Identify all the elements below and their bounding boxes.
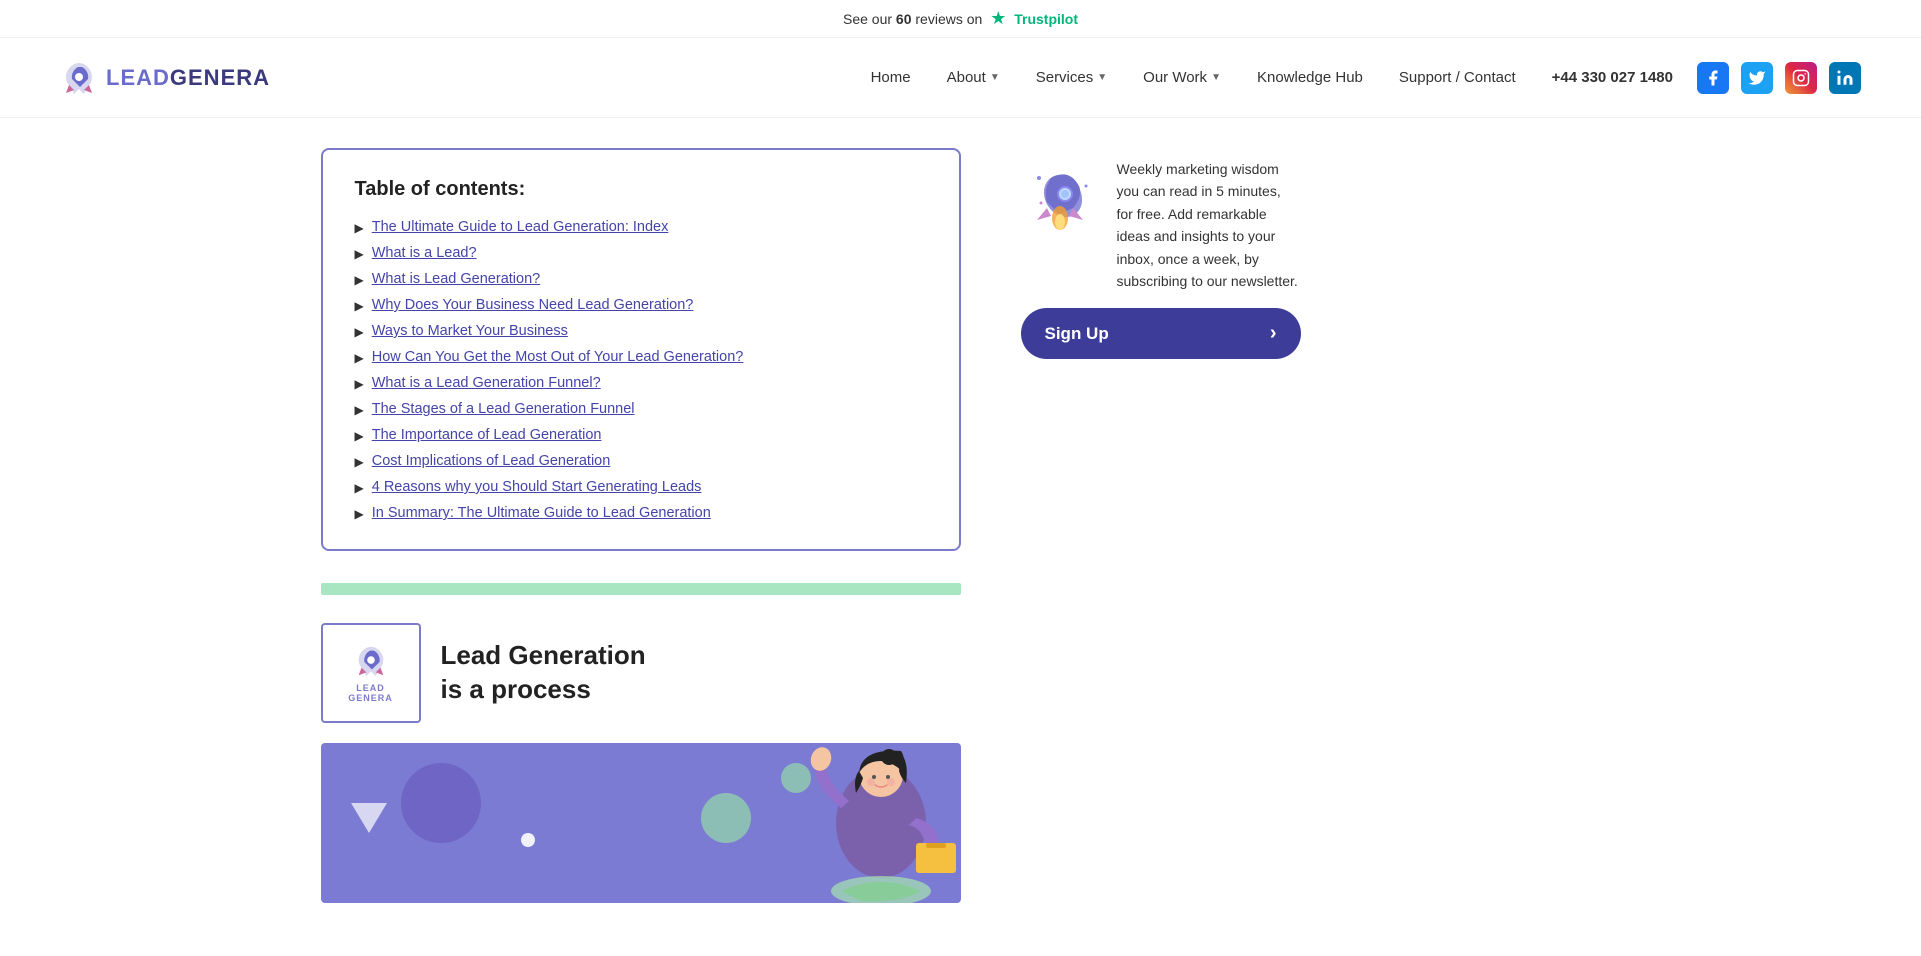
phone-number: +44 330 027 1480 <box>1552 69 1673 86</box>
toc-list: ▶ The Ultimate Guide to Lead Generation:… <box>355 219 927 521</box>
toc-bullet-5: ▶ <box>355 325 364 339</box>
trustpilot-bar: See our 60 reviews on ★ Trustpilot <box>0 0 1921 38</box>
toc-bullet-9: ▶ <box>355 429 364 443</box>
list-item: ▶ How Can You Get the Most Out of Your L… <box>355 349 927 365</box>
toc-bullet-7: ▶ <box>355 377 364 391</box>
toc-link-10[interactable]: Cost Implications of Lead Generation <box>372 453 611 469</box>
illus-dot <box>521 833 535 847</box>
newsletter-rocket-icon <box>1021 158 1101 238</box>
toc-link-7[interactable]: What is a Lead Generation Funnel? <box>372 375 601 391</box>
header: LEADGENERA Home About ▼ Services ▼ Our W… <box>0 38 1921 118</box>
linkedin-icon[interactable] <box>1829 62 1861 94</box>
list-item: ▶ What is Lead Generation? <box>355 271 927 287</box>
logo-rocket-icon <box>60 59 98 97</box>
logo-link[interactable]: LEADGENERA <box>60 59 270 97</box>
newsletter-box: Weekly marketing wisdom you can read in … <box>1021 158 1301 359</box>
illustration-box <box>321 743 961 903</box>
toc-link-9[interactable]: The Importance of Lead Generation <box>372 427 602 443</box>
toc-bullet-2: ▶ <box>355 247 364 261</box>
facebook-icon[interactable] <box>1697 62 1729 94</box>
list-item: ▶ Why Does Your Business Need Lead Gener… <box>355 297 927 313</box>
signup-button[interactable]: Sign Up › <box>1021 308 1301 359</box>
list-item: ▶ 4 Reasons why you Should Start Generat… <box>355 479 927 495</box>
toc-bullet-3: ▶ <box>355 273 364 287</box>
logo-genera-text: GENERA <box>170 65 270 90</box>
toc-bullet-12: ▶ <box>355 507 364 521</box>
list-item: ▶ Ways to Market Your Business <box>355 323 927 339</box>
right-column: Weekly marketing wisdom you can read in … <box>1021 148 1301 903</box>
list-item: ▶ The Stages of a Lead Generation Funnel <box>355 401 927 417</box>
illus-circle-1 <box>401 763 481 843</box>
toc-link-6[interactable]: How Can You Get the Most Out of Your Lea… <box>372 349 744 365</box>
main-content: Table of contents: ▶ The Ultimate Guide … <box>261 118 1661 933</box>
green-divider <box>321 583 961 595</box>
list-item: ▶ What is a Lead? <box>355 245 927 261</box>
toc-bullet-8: ▶ <box>355 403 364 417</box>
about-chevron-icon: ▼ <box>990 72 1000 83</box>
toc-link-1[interactable]: The Ultimate Guide to Lead Generation: I… <box>372 219 669 235</box>
toc-title: Table of contents: <box>355 178 927 201</box>
trustpilot-brand: Trustpilot <box>1014 11 1078 27</box>
toc-bullet-6: ▶ <box>355 351 364 365</box>
illus-circle-2 <box>701 793 751 843</box>
lead-genera-card: LEADGENERA Lead Generation is a process <box>321 623 961 723</box>
trustpilot-text-before: See our <box>843 11 896 27</box>
lead-genera-rocket-icon <box>353 643 389 679</box>
signup-label: Sign Up <box>1045 324 1109 344</box>
nav-services[interactable]: Services ▼ <box>1036 69 1107 86</box>
twitter-icon[interactable] <box>1741 62 1773 94</box>
toc-link-2[interactable]: What is a Lead? <box>372 245 477 261</box>
toc-link-8[interactable]: The Stages of a Lead Generation Funnel <box>372 401 635 417</box>
list-item: ▶ The Importance of Lead Generation <box>355 427 927 443</box>
newsletter-description: Weekly marketing wisdom you can read in … <box>1117 158 1301 292</box>
toc-link-4[interactable]: Why Does Your Business Need Lead Generat… <box>372 297 694 313</box>
trustpilot-count: 60 <box>896 11 912 27</box>
toc-bullet-4: ▶ <box>355 299 364 313</box>
illus-triangle-icon <box>351 803 387 833</box>
list-item: ▶ The Ultimate Guide to Lead Generation:… <box>355 219 927 235</box>
toc-bullet-10: ▶ <box>355 455 364 469</box>
main-nav: Home About ▼ Services ▼ Our Work ▼ Knowl… <box>871 69 1516 86</box>
nav-home[interactable]: Home <box>871 69 911 86</box>
nav-our-work[interactable]: Our Work ▼ <box>1143 69 1221 86</box>
trustpilot-text-mid: reviews on <box>912 11 983 27</box>
lead-generation-title: Lead Generation is a process <box>441 639 646 707</box>
nav-knowledge-hub[interactable]: Knowledge Hub <box>1257 69 1363 86</box>
toc-bullet-1: ▶ <box>355 221 364 235</box>
services-chevron-icon: ▼ <box>1097 72 1107 83</box>
newsletter-top: Weekly marketing wisdom you can read in … <box>1021 158 1301 292</box>
list-item: ▶ In Summary: The Ultimate Guide to Lead… <box>355 505 927 521</box>
table-of-contents: Table of contents: ▶ The Ultimate Guide … <box>321 148 961 551</box>
toc-bullet-11: ▶ <box>355 481 364 495</box>
trustpilot-star-icon: ★ <box>990 8 1006 28</box>
lead-genera-logo-text: LEADGENERA <box>348 683 393 703</box>
left-column: Table of contents: ▶ The Ultimate Guide … <box>321 148 961 903</box>
logo-lead-text: LEAD <box>106 65 170 90</box>
toc-link-12[interactable]: In Summary: The Ultimate Guide to Lead G… <box>372 505 711 521</box>
social-icons <box>1697 62 1861 94</box>
instagram-icon[interactable] <box>1785 62 1817 94</box>
list-item: ▶ Cost Implications of Lead Generation <box>355 453 927 469</box>
list-item: ▶ What is a Lead Generation Funnel? <box>355 375 927 391</box>
toc-link-11[interactable]: 4 Reasons why you Should Start Generatin… <box>372 479 702 495</box>
toc-link-5[interactable]: Ways to Market Your Business <box>372 323 568 339</box>
nav-support-contact[interactable]: Support / Contact <box>1399 69 1516 86</box>
signup-arrow-icon: › <box>1270 322 1277 345</box>
nav-about[interactable]: About ▼ <box>947 69 1000 86</box>
toc-link-3[interactable]: What is Lead Generation? <box>372 271 540 287</box>
our-work-chevron-icon: ▼ <box>1211 72 1221 83</box>
illus-person-svg <box>761 743 961 903</box>
lead-genera-logo-box: LEADGENERA <box>321 623 421 723</box>
